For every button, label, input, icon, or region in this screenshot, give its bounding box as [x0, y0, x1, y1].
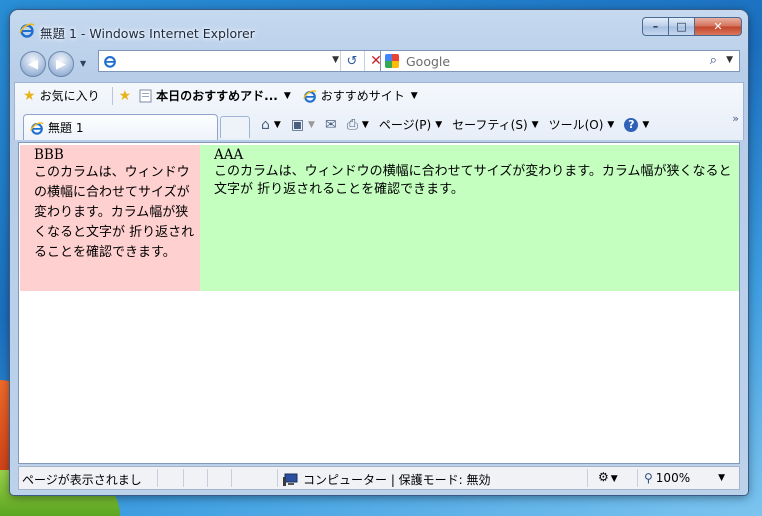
search-placeholder[interactable]: Google — [406, 54, 450, 69]
recommended-ie-icon — [302, 89, 317, 103]
status-divider — [587, 469, 588, 487]
help-menu[interactable]: ? ▼ — [624, 117, 650, 132]
page-ie-icon — [104, 56, 116, 68]
suggested-page-icon — [139, 89, 152, 102]
title-bar[interactable]: 無題 1 - Windows Internet Explorer – □ ✕ — [10, 10, 748, 44]
protected-mode-button[interactable]: ⚙ ▼ — [598, 470, 618, 484]
status-divider — [277, 469, 278, 487]
feeds-dropdown-icon[interactable]: ▼ — [308, 120, 315, 130]
ie-logo-icon — [19, 23, 35, 38]
feeds-button[interactable]: ▣ ▼ — [291, 117, 315, 133]
suggested-sites-link[interactable]: 本日のおすすめアド... ▼ — [139, 87, 291, 104]
zoom-dropdown-icon[interactable]: ▼ — [718, 473, 725, 483]
zoom-magnifier-icon: ⚲ — [644, 471, 653, 485]
home-button[interactable]: ⌂ ▼ — [261, 117, 281, 133]
page-menu[interactable]: ページ(P) ▼ — [379, 116, 442, 133]
maximize-icon: □ — [676, 20, 687, 33]
left-column-title: BBB — [34, 147, 64, 163]
home-icon: ⌂ — [261, 116, 270, 133]
favorites-bar: ★ お気に入り ★ 本日のおすすめアド... ▼ おすすめサイト ▼ — [15, 83, 743, 108]
search-box[interactable]: Google ⌕ ▼ — [380, 50, 740, 72]
command-overflow-chevron-icon[interactable]: » — [732, 112, 739, 125]
forward-arrow-icon: ▶ — [56, 56, 66, 72]
minimize-icon: – — [652, 20, 659, 33]
tab-and-command-row: 無題 1 ⌂ ▼ ▣ ▼ ✉ ⎙ ▼ ページ(P) ▼ セーフティ(S) ▼ ツール(O)… — [15, 110, 743, 140]
favorites-button[interactable]: ★ お気に入り — [23, 87, 100, 104]
tools-menu[interactable]: ツール(O) ▼ — [549, 116, 615, 133]
recommended-sites-label: おすすめサイト — [320, 89, 405, 103]
add-favorite-button[interactable]: ★ — [119, 88, 132, 104]
search-options-dropdown-icon[interactable]: ▼ — [726, 55, 733, 65]
protected-mode-icon: ⚙ — [598, 470, 609, 484]
left-column-text: このカラムは、ウィンドウの横幅に合わせてサイズが変わります。カラム幅が狭くなると… — [34, 165, 195, 260]
security-zone[interactable]: コンピューター | 保護モード: 無効 — [283, 471, 491, 488]
address-bar[interactable]: ▼ ↺ ✕ — [98, 50, 388, 72]
minimize-button[interactable]: – — [642, 17, 669, 36]
home-dropdown-icon[interactable]: ▼ — [274, 120, 281, 130]
help-dropdown-icon: ▼ — [642, 119, 650, 130]
forward-button[interactable]: ▶ — [48, 51, 74, 77]
right-column-title: AAA — [214, 147, 244, 163]
command-bar: ⌂ ▼ ▣ ▼ ✉ ⎙ ▼ ページ(P) ▼ セーフティ(S) ▼ ツール(O) ▼ ? ▼ — [261, 116, 655, 133]
print-button[interactable]: ⎙ ▼ — [347, 117, 369, 133]
new-tab-button[interactable] — [220, 116, 250, 138]
favorites-label: お気に入り — [39, 89, 100, 103]
back-arrow-icon: ◀ — [28, 56, 38, 72]
tools-menu-label: ツール(O) — [548, 118, 604, 132]
address-dropdown-icon[interactable]: ▼ — [332, 55, 339, 65]
status-divider — [637, 469, 638, 487]
refresh-icon: ↺ — [346, 53, 358, 69]
printer-icon: ⎙ — [346, 116, 358, 133]
favorites-and-command-bar: ★ お気に入り ★ 本日のおすすめアド... ▼ おすすめサイト ▼ 無題 1 … — [14, 82, 744, 140]
refresh-button[interactable]: ↺ — [340, 51, 363, 71]
help-icon: ? — [624, 117, 639, 132]
page-content[interactable]: BBB このカラムは、ウィンドウの横幅に合わせてサイズが変わります。カラム幅が狭… — [18, 142, 740, 464]
recent-pages-dropdown[interactable]: ▼ — [80, 59, 86, 68]
mail-icon: ✉ — [324, 116, 337, 133]
google-logo-icon — [385, 54, 399, 68]
suggested-label: 本日のおすすめアド... — [156, 89, 278, 103]
status-divider — [231, 469, 232, 487]
right-column: AAA このカラムは、ウィンドウの横幅に合わせてサイズが変わります。カラム幅が狭… — [200, 145, 739, 291]
recommended-sites-link[interactable]: おすすめサイト ▼ — [302, 87, 418, 104]
close-button[interactable]: ✕ — [695, 17, 742, 36]
status-divider — [207, 469, 208, 487]
rss-feed-icon: ▣ — [290, 116, 305, 133]
tab-untitled-1[interactable]: 無題 1 — [23, 114, 218, 140]
zoom-control[interactable]: ⚲ 100% — [644, 471, 690, 485]
caption-buttons: – □ ✕ — [642, 17, 742, 37]
computer-zone-icon — [283, 473, 298, 486]
window-title: 無題 1 - Windows Internet Explorer — [40, 26, 255, 41]
tools-menu-dropdown-icon: ▼ — [607, 119, 615, 130]
safety-menu[interactable]: セーフティ(S) ▼ — [452, 116, 538, 133]
security-zone-label: コンピューター | 保護モード: 無効 — [303, 473, 491, 487]
status-bar: ページが表示されまし コンピューター | 保護モード: 無効 ⚙ ▼ ⚲ 100%… — [18, 466, 740, 490]
tab-ie-icon — [30, 121, 44, 135]
left-column: BBB このカラムは、ウィンドウの横幅に合わせてサイズが変わります。カラム幅が狭… — [20, 145, 200, 291]
back-button[interactable]: ◀ — [20, 51, 46, 77]
safety-menu-label: セーフティ(S) — [452, 118, 528, 132]
favorites-star-icon: ★ — [23, 87, 36, 104]
print-dropdown-icon[interactable]: ▼ — [362, 120, 369, 130]
right-column-text: このカラムは、ウィンドウの横幅に合わせてサイズが変わります。カラム幅が狭くなると… — [214, 164, 732, 197]
safety-menu-dropdown-icon: ▼ — [531, 119, 539, 130]
browser-window: 無題 1 - Windows Internet Explorer – □ ✕ ◀… — [10, 10, 748, 495]
suggested-dropdown-icon[interactable]: ▼ — [284, 91, 291, 101]
search-icon[interactable]: ⌕ — [710, 53, 717, 68]
page-menu-label: ページ(P) — [378, 118, 432, 132]
read-mail-button[interactable]: ✉ — [325, 117, 337, 133]
favorites-separator — [111, 86, 113, 105]
close-icon: ✕ — [713, 20, 723, 33]
status-divider — [183, 469, 184, 487]
recommended-dropdown-icon[interactable]: ▼ — [411, 91, 418, 101]
status-divider — [157, 469, 158, 487]
tab-label: 無題 1 — [48, 121, 84, 135]
status-text: ページが表示されまし — [22, 473, 142, 487]
add-favorite-star-icon: ★ — [118, 87, 132, 104]
page-menu-dropdown-icon: ▼ — [435, 119, 443, 130]
navigation-row: ◀ ▶ ▼ ▼ ↺ ✕ Google ⌕ ▼ — [10, 48, 748, 77]
maximize-button[interactable]: □ — [669, 17, 695, 36]
zoom-level: 100% — [655, 471, 691, 485]
protected-mode-dropdown-icon: ▼ — [610, 474, 618, 484]
